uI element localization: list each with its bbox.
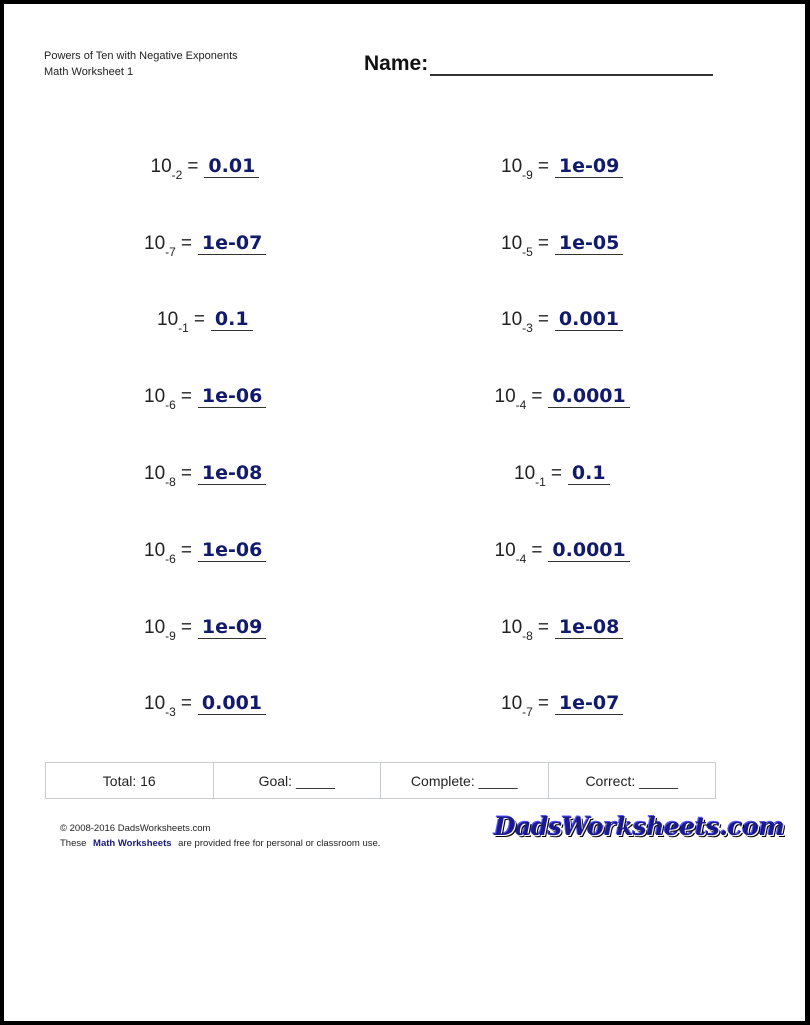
problem-base: 10 bbox=[144, 693, 166, 714]
equals-sign: = bbox=[193, 309, 205, 330]
equals-sign: = bbox=[537, 693, 549, 714]
equals-sign: = bbox=[180, 617, 192, 638]
equals-sign: = bbox=[180, 386, 192, 407]
problem-item: 10 -9 = 1e-09 bbox=[501, 148, 624, 181]
answer-field[interactable]: 0.001 bbox=[197, 692, 267, 715]
answer-field[interactable]: 1e-07 bbox=[554, 692, 624, 715]
problem-base: 10 bbox=[501, 156, 523, 177]
answer-field[interactable]: 1e-07 bbox=[197, 232, 267, 255]
problem-item: 10 -8 = 1e-08 bbox=[144, 455, 267, 488]
answer-field[interactable]: 1e-06 bbox=[197, 385, 267, 408]
problem-item: 10 -3 = 0.001 bbox=[501, 301, 624, 334]
math-worksheets-link[interactable]: Math Worksheets bbox=[93, 838, 171, 849]
score-correct: Correct: _____ bbox=[585, 772, 679, 789]
name-input-line[interactable] bbox=[430, 52, 714, 76]
problem-item: 10 -1 = 0.1 bbox=[514, 455, 610, 488]
page-border bbox=[0, 0, 810, 1025]
equals-sign: = bbox=[531, 386, 543, 407]
license-text: These Math Worksheets are provided free … bbox=[60, 838, 381, 849]
worksheet-subtitle: Math Worksheet 1 bbox=[44, 66, 134, 78]
problem-base: 10 bbox=[501, 233, 523, 254]
problem-base: 10 bbox=[150, 156, 172, 177]
problem-item: 10 -8 = 1e-08 bbox=[501, 609, 624, 642]
equals-sign: = bbox=[180, 693, 192, 714]
equals-sign: = bbox=[531, 540, 543, 561]
worksheet-title: Powers of Ten with Negative Exponents bbox=[44, 50, 238, 62]
problem-item: 10 -4 = 0.0001 bbox=[494, 532, 630, 565]
problem-base: 10 bbox=[157, 309, 179, 330]
answer-field[interactable]: 0.1 bbox=[567, 462, 610, 485]
problem-item: 10 -9 = 1e-09 bbox=[144, 609, 267, 642]
score-total: Total: 16 bbox=[46, 763, 214, 798]
answer-field[interactable]: 1e-06 bbox=[197, 539, 267, 562]
score-table: Total: 16 Goal: _____ Complete: _____ Co… bbox=[45, 762, 716, 799]
problem-base: 10 bbox=[144, 233, 166, 254]
equals-sign: = bbox=[550, 463, 562, 484]
problem-base: 10 bbox=[501, 617, 523, 638]
problem-base: 10 bbox=[514, 463, 536, 484]
dadsworksheets-logo: DadsWorksheets.com bbox=[494, 812, 785, 841]
answer-field[interactable]: 1e-09 bbox=[554, 155, 624, 178]
name-field: Name: bbox=[364, 52, 714, 76]
equals-sign: = bbox=[180, 233, 192, 254]
equals-sign: = bbox=[180, 463, 192, 484]
problem-item: 10 -2 = 0.01 bbox=[150, 148, 260, 181]
answer-field[interactable]: 1e-09 bbox=[197, 616, 267, 639]
answer-field[interactable]: 1e-08 bbox=[554, 616, 624, 639]
answer-field[interactable]: 1e-05 bbox=[554, 232, 624, 255]
answer-field[interactable]: 1e-08 bbox=[197, 462, 267, 485]
problem-item: 10 -7 = 1e-07 bbox=[501, 685, 624, 718]
problem-item: 10 -6 = 1e-06 bbox=[144, 532, 267, 565]
copyright-text: © 2008-2016 DadsWorksheets.com bbox=[60, 823, 211, 834]
answer-field[interactable]: 0.01 bbox=[204, 155, 260, 178]
equals-sign: = bbox=[180, 540, 192, 561]
equals-sign: = bbox=[537, 309, 549, 330]
problem-base: 10 bbox=[494, 386, 516, 407]
score-goal: Goal: _____ bbox=[214, 763, 381, 798]
footer: © 2008-2016 DadsWorksheets.com These Mat… bbox=[60, 821, 380, 851]
answer-field[interactable]: 0.0001 bbox=[548, 385, 630, 408]
answer-field[interactable]: 0.001 bbox=[554, 308, 624, 331]
problem-base: 10 bbox=[501, 693, 523, 714]
name-label: Name: bbox=[364, 52, 429, 75]
equals-sign: = bbox=[537, 233, 549, 254]
answer-field[interactable]: 0.0001 bbox=[548, 539, 630, 562]
worksheet-header: Powers of Ten with Negative Exponents Ma… bbox=[44, 48, 238, 80]
equals-sign: = bbox=[537, 617, 549, 638]
score-complete: Complete: _____ bbox=[381, 763, 549, 798]
answer-field[interactable]: 0.1 bbox=[210, 308, 253, 331]
problem-base: 10 bbox=[144, 540, 166, 561]
problem-item: 10 -4 = 0.0001 bbox=[494, 378, 630, 411]
problem-base: 10 bbox=[144, 386, 166, 407]
problem-item: 10 -3 = 0.001 bbox=[144, 685, 267, 718]
problem-base: 10 bbox=[494, 540, 516, 561]
problem-item: 10 -7 = 1e-07 bbox=[144, 225, 267, 258]
problem-base: 10 bbox=[144, 617, 166, 638]
problem-item: 10 -5 = 1e-05 bbox=[501, 225, 624, 258]
problem-base: 10 bbox=[144, 463, 166, 484]
problem-item: 10 -1 = 0.1 bbox=[157, 301, 253, 334]
problem-base: 10 bbox=[501, 309, 523, 330]
equals-sign: = bbox=[187, 156, 199, 177]
equals-sign: = bbox=[537, 156, 549, 177]
problem-item: 10 -6 = 1e-06 bbox=[144, 378, 267, 411]
